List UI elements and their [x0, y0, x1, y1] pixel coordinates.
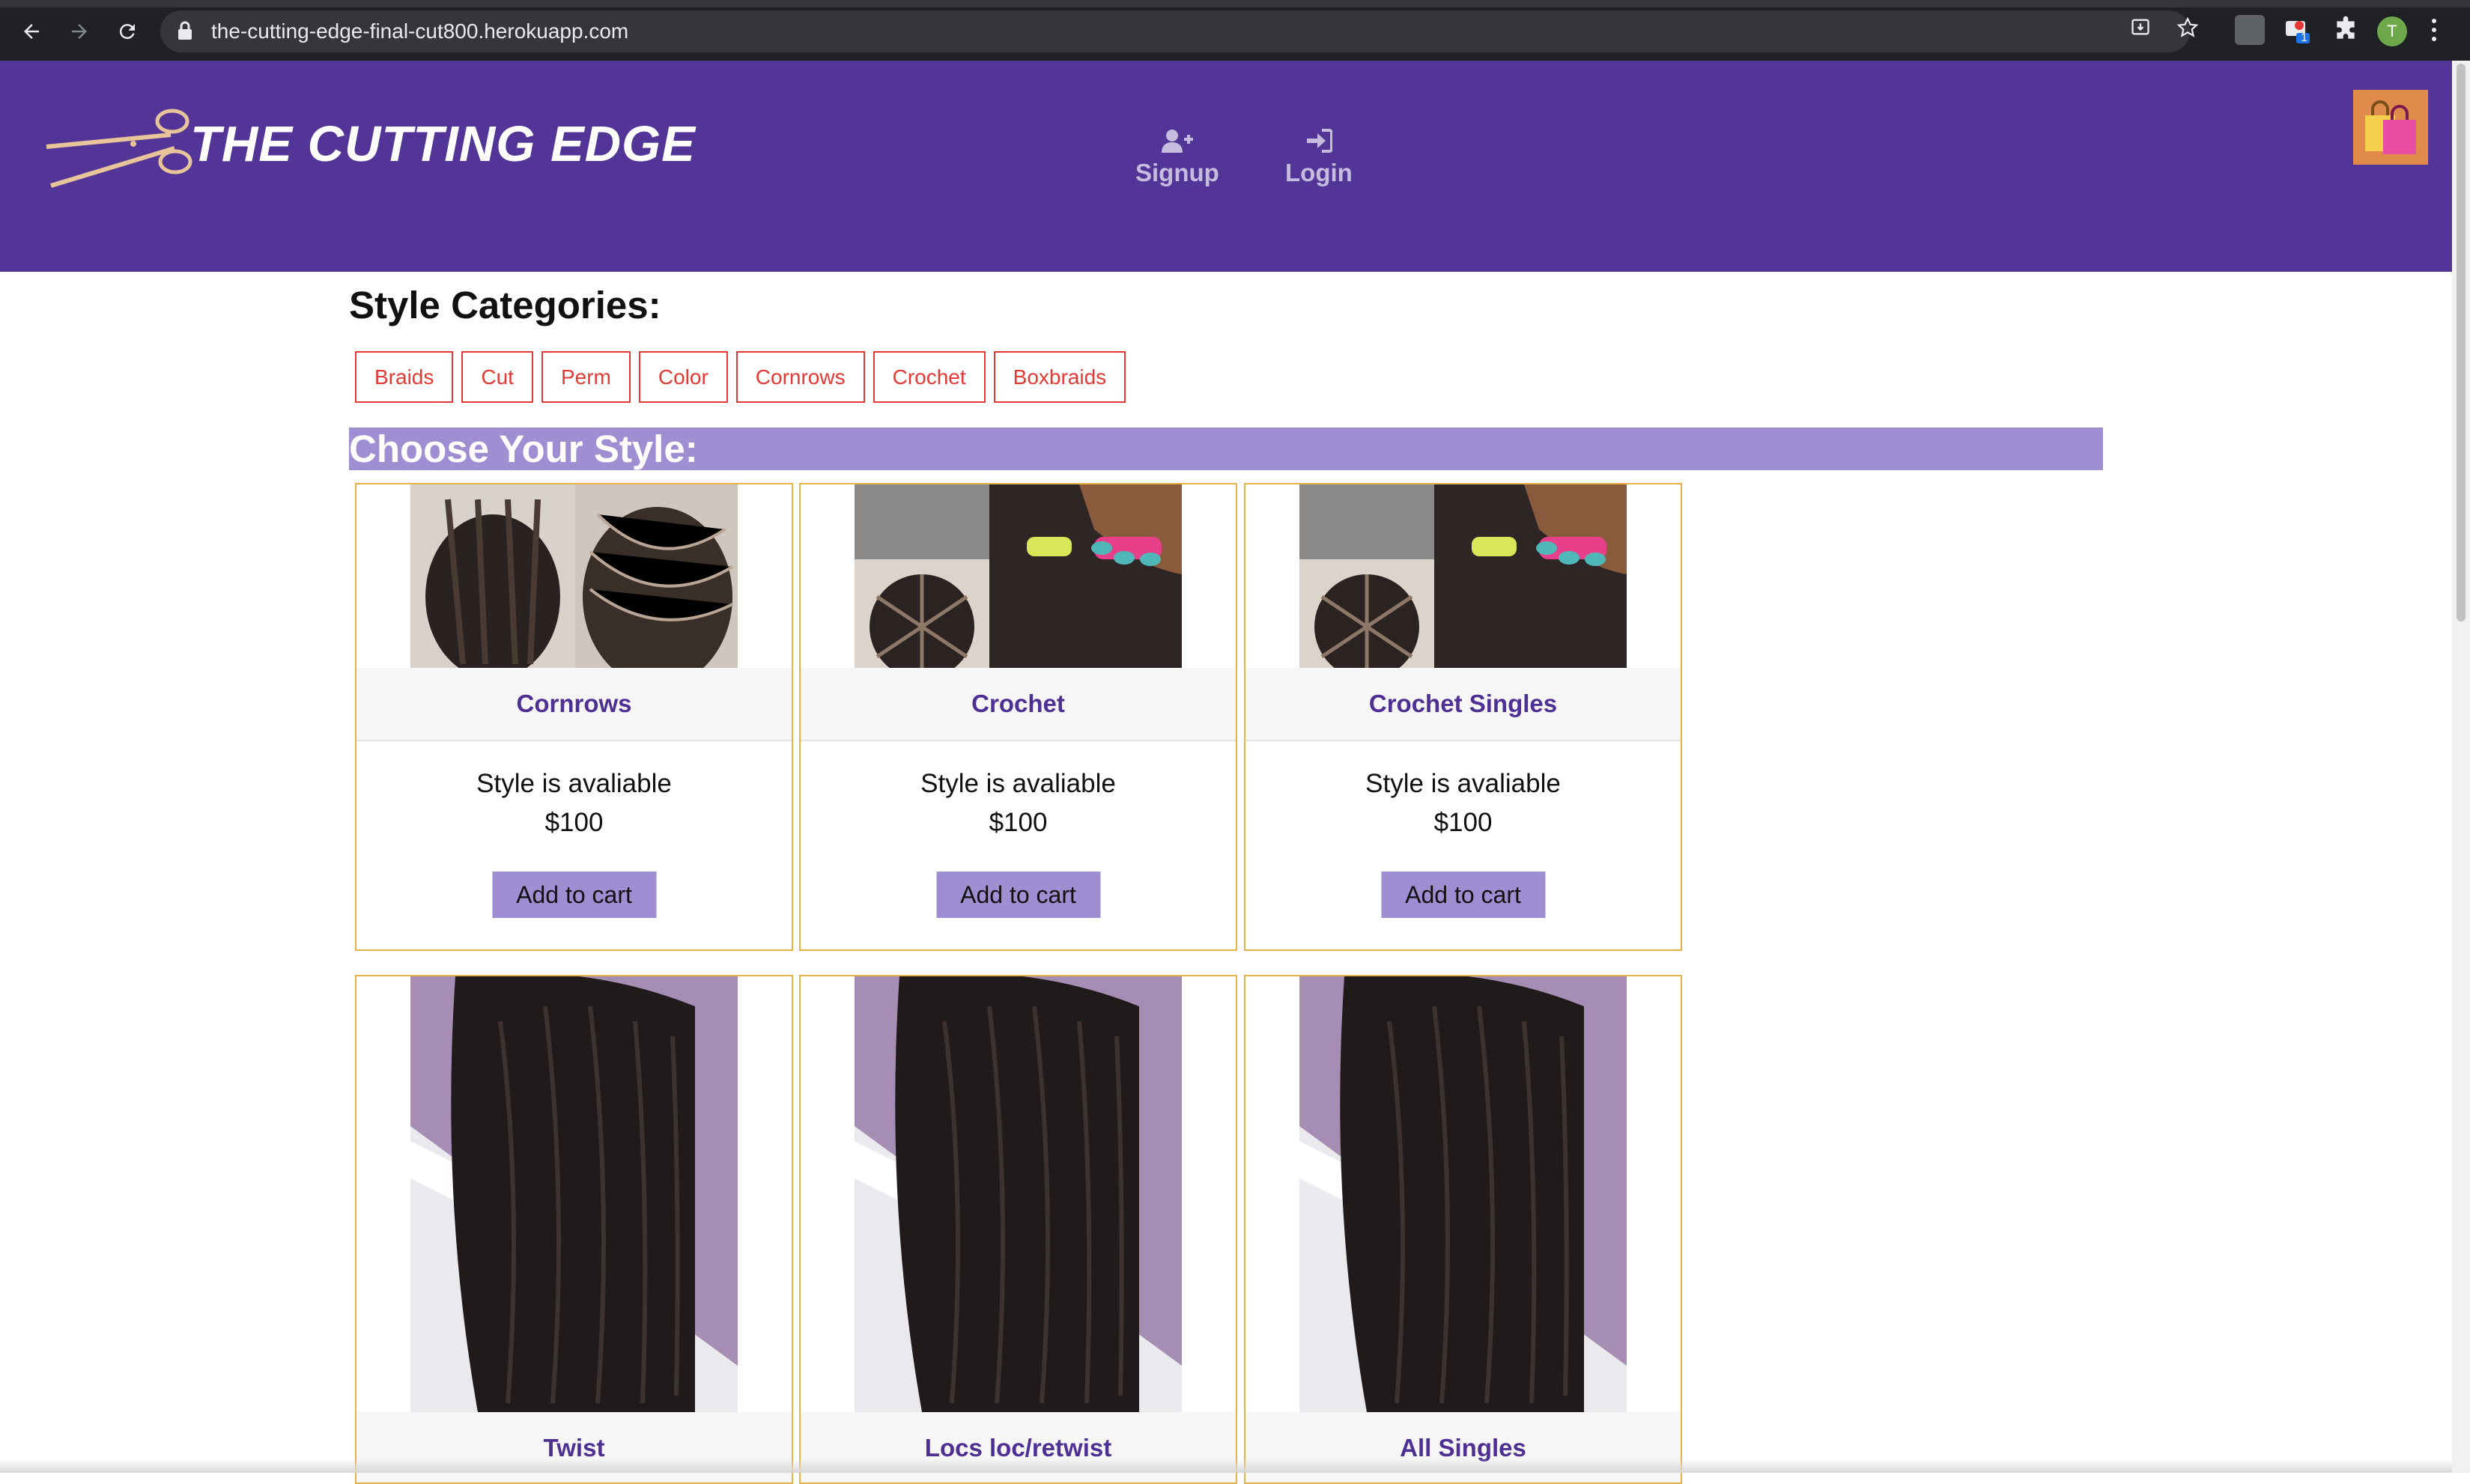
category-list: Braids Cut Perm Color Cornrows Crochet B…	[355, 351, 1126, 403]
nav-signup[interactable]: Signup	[1135, 129, 1219, 187]
sign-in-icon	[1306, 129, 1332, 153]
nav-login-label: Login	[1285, 159, 1353, 186]
style-card-locs: Locs loc/retwist	[799, 975, 1237, 1484]
style-card-all-singles: All Singles	[1244, 975, 1682, 1484]
style-photo-twist[interactable]	[410, 976, 738, 1412]
bookmark-star-icon[interactable]	[2176, 16, 2199, 39]
category-color[interactable]: Color	[638, 351, 728, 403]
extension-cast-icon[interactable]: 1	[2283, 15, 2313, 45]
category-cornrows[interactable]: Cornrows	[735, 351, 865, 403]
reload-button[interactable]	[111, 15, 144, 48]
extension-k-icon[interactable]	[2235, 15, 2265, 45]
cart-button[interactable]	[2353, 90, 2428, 165]
nav-signup-label: Signup	[1135, 159, 1219, 186]
category-cut[interactable]: Cut	[461, 351, 533, 403]
scrollbar-thumb[interactable]	[2457, 64, 2466, 621]
style-price: $100	[544, 808, 604, 837]
style-name-locs[interactable]: Locs loc/retwist	[801, 1412, 1236, 1483]
browser-chrome: the-cutting-edge-final-cut800.herokuapp.…	[0, 0, 2470, 61]
profile-avatar[interactable]: T	[2377, 16, 2407, 46]
url-text: the-cutting-edge-final-cut800.herokuapp.…	[211, 19, 629, 43]
style-card-crochet: Crochet Style is avaliable $100 Add to c…	[799, 483, 1237, 951]
style-photo-all-singles[interactable]	[1299, 976, 1627, 1412]
forward-button[interactable]	[63, 15, 96, 48]
style-name-all-singles[interactable]: All Singles	[1245, 1412, 1681, 1483]
arrow-left-icon	[24, 24, 39, 39]
category-boxbraids[interactable]: Boxbraids	[993, 351, 1126, 403]
add-to-cart-button[interactable]: Add to cart	[936, 872, 1100, 918]
scissors-logo-icon[interactable]	[43, 105, 193, 195]
add-to-cart-button[interactable]: Add to cart	[492, 872, 656, 918]
style-card-twist: Twist	[355, 975, 793, 1484]
reload-icon	[119, 24, 135, 40]
arrow-right-icon	[72, 24, 87, 39]
more-menu-icon[interactable]	[2430, 16, 2439, 43]
category-braids[interactable]: Braids	[355, 351, 454, 403]
category-crochet[interactable]: Crochet	[873, 351, 986, 403]
style-name-crochet[interactable]: Crochet	[801, 668, 1236, 741]
style-card-cornrows: Cornrows Style is avaliable $100 Add to …	[355, 483, 793, 951]
style-name-cornrows[interactable]: Cornrows	[356, 668, 792, 741]
choose-style-heading: Choose Your Style:	[349, 428, 698, 470]
style-availability: Style is avaliable	[476, 769, 672, 798]
style-photo-locs[interactable]	[855, 976, 1182, 1412]
style-photo-cornrows[interactable]	[410, 484, 738, 668]
style-name-twist[interactable]: Twist	[356, 1412, 792, 1483]
nav-login[interactable]: Login	[1285, 129, 1353, 187]
install-app-icon[interactable]	[2130, 16, 2151, 37]
style-availability: Style is avaliable	[1365, 769, 1561, 798]
categories-heading: Style Categories:	[349, 284, 661, 326]
window-bottom-edge	[0, 1459, 2452, 1473]
page-scrollbar[interactable]	[2452, 61, 2470, 1473]
lock-icon	[178, 21, 192, 40]
puzzle-extensions-icon[interactable]	[2331, 15, 2361, 45]
style-price: $100	[1433, 808, 1493, 837]
add-to-cart-button[interactable]: Add to cart	[1381, 872, 1545, 918]
shopping-bags-icon	[2365, 100, 2416, 154]
style-photo-crochet[interactable]	[855, 484, 1182, 668]
address-bar[interactable]: the-cutting-edge-final-cut800.herokuapp.…	[160, 10, 2190, 52]
extension-badge: 1	[2301, 31, 2307, 44]
user-plus-icon	[1161, 130, 1193, 153]
style-photo-crochet-singles[interactable]	[1299, 484, 1627, 668]
choose-style-bar: Choose Your Style:	[349, 428, 2103, 470]
style-name-crochet-singles[interactable]: Crochet Singles	[1245, 668, 1681, 741]
back-button[interactable]	[15, 15, 48, 48]
brand-title[interactable]: THE CUTTING EDGE	[190, 115, 696, 173]
category-perm[interactable]: Perm	[541, 351, 631, 403]
style-card-crochet-singles: Crochet Singles Style is avaliable $100 …	[1244, 483, 1682, 951]
tab-strip	[0, 0, 2470, 7]
style-availability: Style is avaliable	[920, 769, 1116, 798]
style-price: $100	[989, 808, 1048, 837]
